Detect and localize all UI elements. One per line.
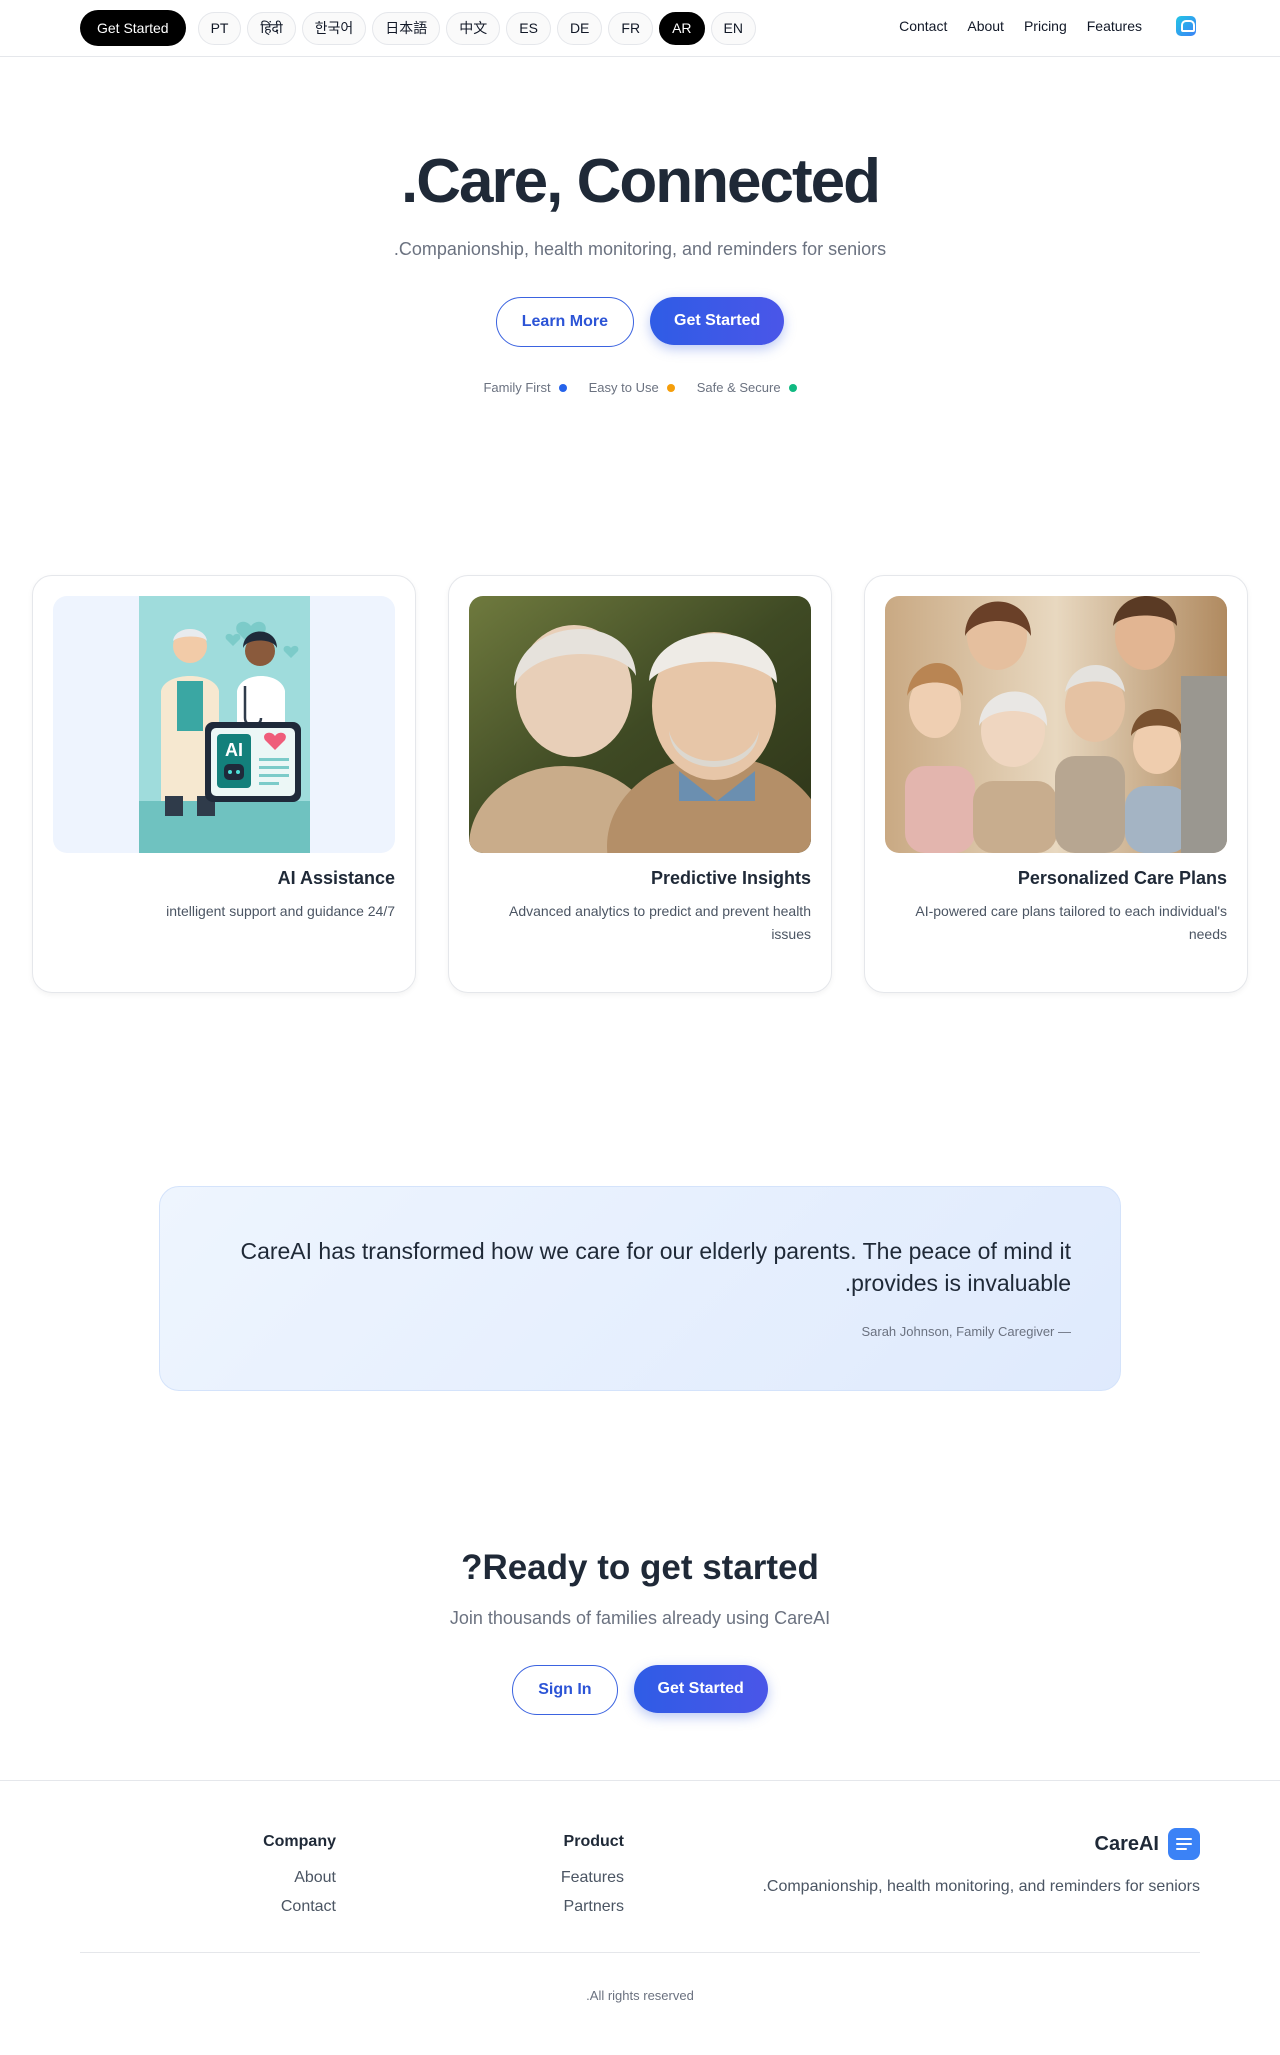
cta-subtitle: Join thousands of families already using… <box>449 1608 831 1628</box>
top-navigation: Get Started PT हिंदी 한국어 日本語 中文 ES DE FR… <box>0 0 1280 57</box>
language-fr-button[interactable]: FR <box>608 11 654 45</box>
site-footer: Company About Contact Product Features P… <box>0 1780 1280 2055</box>
footer-about-link[interactable]: About <box>263 1869 336 1887</box>
badge-label: Family First <box>483 380 551 395</box>
sign-in-button[interactable]: Sign In <box>512 1665 618 1715</box>
feature-card-ai-assistance: AI AI Assistance intelligent support and… <box>32 575 416 993</box>
ai-label-text: AI <box>225 740 243 760</box>
feature-title: AI Assistance <box>277 868 395 888</box>
language-zh-button[interactable]: 中文 <box>446 11 501 45</box>
nav-contact-link[interactable]: Contact <box>899 18 947 34</box>
language-ar-button[interactable]: AR <box>659 11 705 45</box>
testimonial-author: Sarah Johnson, Family Caregiver — <box>861 1324 1071 1339</box>
nav-pricing-link[interactable]: Pricing <box>1024 18 1067 34</box>
footer-features-link[interactable]: Features <box>561 1869 624 1887</box>
footer-brand-name: CareAI <box>1094 1832 1159 1855</box>
footer-partners-link[interactable]: Partners <box>561 1898 624 1916</box>
testimonial-card: CareAI has transformed how we care for o… <box>159 1186 1121 1391</box>
feature-description: AI-powered care plans tailored to each i… <box>915 903 1227 942</box>
badge-label: Easy to Use <box>588 380 659 395</box>
family-svg <box>885 596 1227 853</box>
hero-buttons: Learn More Get Started <box>0 297 1280 347</box>
blue-dot-icon <box>558 383 567 392</box>
footer-company-column: Company About Contact <box>263 1833 336 1927</box>
language-de-button[interactable]: DE <box>556 11 603 45</box>
green-dot-icon <box>788 383 797 392</box>
family-photo <box>885 596 1227 853</box>
footer-divider <box>80 1952 1200 1953</box>
footer-brand-tagline: .Companionship, health monitoring, and r… <box>762 1878 1200 1895</box>
header-left-group: Get Started PT हिंदी 한국어 日本語 中文 ES DE FR… <box>80 10 756 46</box>
language-ko-button[interactable]: 한국어 <box>301 11 367 45</box>
cta-title: ?Ready to get started <box>461 1548 819 1587</box>
ai-assistance-illustration: AI <box>53 596 395 853</box>
hero-get-started-button[interactable]: Get Started <box>650 297 785 345</box>
feature-title: Personalized Care Plans <box>1017 868 1227 888</box>
footer-brand: CareAI <box>1095 1828 1200 1860</box>
hero-badges: Family First Easy to Use Safe & Secure <box>0 380 1280 395</box>
testimonial-quote: CareAI has transformed how we care for o… <box>240 1238 1071 1296</box>
learn-more-button[interactable]: Learn More <box>495 297 634 347</box>
header-nav-links: Contact About Pricing Features <box>899 16 1196 36</box>
cta-get-started-button[interactable]: Get Started <box>633 1665 768 1713</box>
elderly-couple-photo <box>469 596 811 853</box>
elderly-couple-svg <box>469 596 811 853</box>
nav-about-link[interactable]: About <box>967 18 1004 34</box>
badge-safe-secure: Safe & Secure <box>697 380 797 395</box>
language-es-button[interactable]: ES <box>506 11 551 45</box>
language-pt-button[interactable]: PT <box>197 11 242 45</box>
footer-contact-link[interactable]: Contact <box>263 1898 336 1916</box>
feature-description: Advanced analytics to predict and preven… <box>509 903 811 942</box>
language-en-button[interactable]: EN <box>710 11 756 45</box>
ai-assistance-svg: AI <box>139 596 310 853</box>
header-get-started-button[interactable]: Get Started <box>80 10 186 46</box>
careai-logo-icon[interactable] <box>1176 16 1196 36</box>
footer-product-column: Product Features Partners <box>561 1833 624 1927</box>
hero-subtitle: .Companionship, health monitoring, and r… <box>393 239 887 259</box>
amber-dot-icon <box>666 383 675 392</box>
footer-company-heading: Company <box>263 1833 336 1850</box>
badge-family-first: Family First <box>483 380 567 395</box>
footer-product-heading: Product <box>563 1833 624 1850</box>
careai-logo-icon <box>1168 1828 1200 1860</box>
feature-description: intelligent support and guidance 24/7 <box>166 903 395 919</box>
cta-buttons: Sign In Get Started <box>0 1665 1280 1715</box>
badge-label: Safe & Secure <box>696 380 781 395</box>
feature-title: Predictive Insights <box>650 868 811 888</box>
hero-title: .Care, Connected <box>401 147 881 216</box>
feature-card-personalized-care: Personalized Care Plans AI-powered care … <box>864 575 1248 993</box>
language-ja-button[interactable]: 日本語 <box>372 11 441 45</box>
feature-card-predictive-insights: Predictive Insights Advanced analytics t… <box>448 575 832 993</box>
badge-easy-to-use: Easy to Use <box>589 380 675 395</box>
nav-features-link[interactable]: Features <box>1087 18 1142 34</box>
language-hi-button[interactable]: हिंदी <box>247 11 296 45</box>
footer-copyright: .All rights reserved <box>586 1988 694 2003</box>
